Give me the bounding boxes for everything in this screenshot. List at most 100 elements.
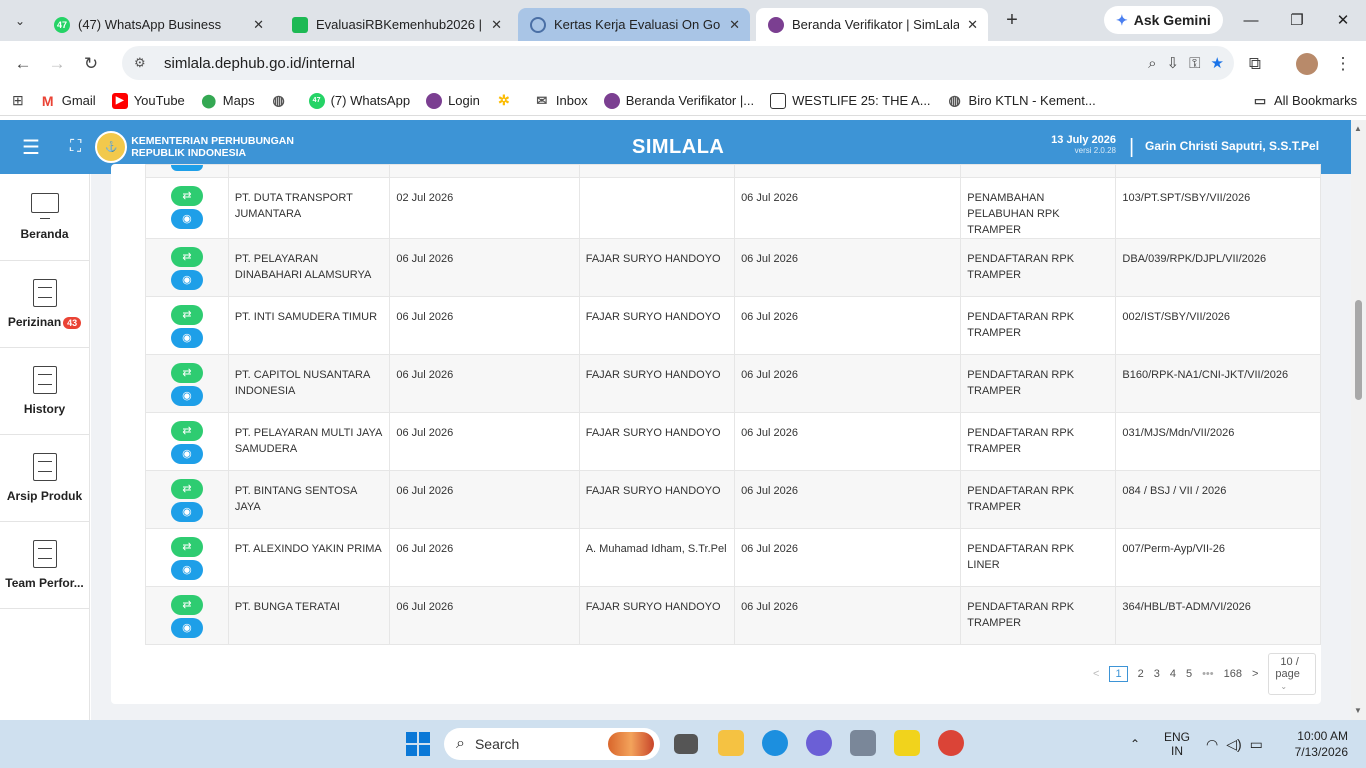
gmail-icon: M [41,92,54,109]
process-button[interactable]: ⇄ [170,186,203,206]
process-button[interactable]: ⇄ [170,537,203,557]
process-button[interactable]: ⇄ [170,363,203,383]
ask-gemini-button[interactable]: ✦ Ask Gemini [1104,6,1223,34]
windows-start-icon[interactable] [406,732,430,756]
show-hidden-icons[interactable]: ⌃ [1130,720,1140,768]
pinwheel-icon: ✲ [498,92,510,108]
process-button[interactable]: ⇄ [170,595,203,615]
bookmark-biro[interactable]: ◍ Biro KTLN - Kement... [947,92,1095,109]
page-scrollbar[interactable]: ▲ ▼ [1351,120,1366,720]
view-eye-button[interactable]: ◉ [170,209,203,229]
profile-avatar[interactable] [1290,47,1324,81]
view-eye-button[interactable]: ◉ [170,502,203,522]
simlala-icon [603,92,620,109]
chrome-menu-icon[interactable]: ⋮ [1326,47,1360,81]
ministry-name: KEMENTERIAN PERHUBUNGAN REPUBLIK INDONES… [131,135,294,159]
tab-whatsapp[interactable]: 47 (47) WhatsApp Business ✕ [42,8,274,41]
taskbar-search[interactable]: ⌕ Search [444,728,660,760]
view-eye-button[interactable]: ◉ [170,386,203,406]
restore-icon[interactable]: ❐ [1274,0,1320,40]
zoom-icon[interactable]: ⌕ [1148,55,1156,72]
app-icon[interactable] [806,730,832,756]
scrollbar-thumb[interactable] [1355,300,1362,400]
back-icon[interactable]: ← [6,47,40,81]
page-5-button[interactable]: 5 [1186,668,1192,680]
battery-icon: ▭ [1249,735,1263,752]
view-eye-button[interactable]: ◉ [170,328,203,348]
next-page-button[interactable]: > [1252,668,1258,680]
tab-kertas-kerja[interactable]: Kertas Kerja Evaluasi On Going ✕ [518,8,750,41]
bookmark-pinwheel[interactable]: ✲ [496,92,518,109]
page-ellipsis[interactable]: ••• [1202,668,1214,680]
process-button[interactable]: ⇄ [170,479,203,499]
password-key-icon[interactable]: ⚿ [1189,55,1200,72]
bookmark-star-icon[interactable]: ★ [1211,54,1224,72]
bookmark-login[interactable]: Login [426,92,480,109]
page-last-button[interactable]: 168 [1224,668,1242,680]
close-tab-icon[interactable]: ✕ [491,17,502,33]
sidebar-item-team-performance[interactable]: Team Perfor... [0,522,89,609]
sidebar-item-beranda[interactable]: Beranda [0,174,89,261]
extensions-icon[interactable]: ⧉ [1238,47,1272,81]
sheets-icon [292,16,308,33]
scroll-up-icon[interactable]: ▲ [1354,124,1362,133]
chrome-icon[interactable] [938,730,964,756]
sidebar-item-arsip-produk[interactable]: Arsip Produk [0,435,89,522]
language-indicator[interactable]: ENG IN [1164,720,1190,768]
page-1-button[interactable]: 1 [1109,666,1128,682]
process-button[interactable]: ⇄ [170,421,203,441]
close-window-icon[interactable]: ✕ [1320,0,1366,40]
view-eye-button[interactable]: ◉ [170,560,203,580]
task-view-icon[interactable] [674,734,698,754]
page-2-button[interactable]: 2 [1138,668,1144,680]
sticky-notes-icon[interactable] [894,730,920,756]
bookmark-maps[interactable]: ⬤ Maps [201,93,255,109]
sidebar-item-history[interactable]: History [0,348,89,435]
file-explorer-icon[interactable] [718,730,744,756]
address-bar[interactable]: ⚙ simlala.dephub.go.id/internal ⌕ ⇩ ⚿ ★ [122,46,1234,80]
clock[interactable]: 10:00 AM 7/13/2026 [1288,720,1348,768]
close-tab-icon[interactable]: ✕ [253,17,264,33]
edge-icon[interactable] [762,730,788,756]
page-size-select[interactable]: 10 / page ⌄ [1268,653,1316,695]
view-eye-button[interactable]: ◉ [170,444,203,464]
page-4-button[interactable]: 4 [1170,668,1176,680]
forward-icon[interactable]: → [40,47,74,81]
bookmark-inbox[interactable]: ✉ Inbox [534,93,587,109]
browser-tab-strip: ⌄ 47 (47) WhatsApp Business ✕ EvaluasiRB… [0,0,1366,41]
fullscreen-icon[interactable]: ⛶ [70,138,81,156]
bookmark-globe[interactable]: ◍ [271,92,293,109]
reload-icon[interactable]: ↻ [74,47,108,81]
letter-number-cell: 007/Perm-Ayp/VII-26 [1115,528,1321,587]
bookmark-beranda[interactable]: Beranda Verifikator |... [603,92,754,109]
system-tray[interactable]: ◠ ◁) ▭ [1206,720,1263,768]
bookmark-whatsapp[interactable]: 47 (7) WhatsApp [308,92,410,109]
minimize-icon[interactable]: — [1228,0,1274,40]
tab-evaluasi[interactable]: EvaluasiRBKemenhub2026 | Link ✕ [280,8,512,41]
bookmark-gmail[interactable]: M Gmail [40,93,96,109]
camera-icon[interactable] [850,730,876,756]
bookmark-youtube[interactable]: ▶ YouTube [111,92,185,109]
new-tab-icon[interactable]: + [1000,9,1024,32]
install-icon[interactable]: ⇩ [1167,54,1180,72]
sidebar-item-perizinan[interactable]: Perizinan 43 [0,261,89,348]
process-button[interactable]: ⇄ [170,305,203,325]
prev-page-button[interactable]: < [1093,668,1099,680]
pagination: < 1 2 3 4 5 ••• 168 > 10 / page ⌄ [1088,653,1321,695]
process-button[interactable]: ⇄ [170,247,203,267]
site-info-icon[interactable]: ⚙ [134,55,154,71]
view-eye-button[interactable]: ◉ [170,618,203,638]
scroll-down-icon[interactable]: ▼ [1354,706,1362,715]
close-tab-icon[interactable]: ✕ [729,17,740,33]
all-bookmarks[interactable]: ▭ All Bookmarks [1252,93,1357,109]
tab-search-dropdown-icon[interactable]: ⌄ [6,7,34,35]
close-tab-icon[interactable]: ✕ [967,17,978,33]
bookmark-westlife[interactable]: WESTLIFE 25: THE A... [770,92,931,109]
tab-simlala[interactable]: Beranda Verifikator | SimLala ✕ [756,8,988,41]
hamburger-menu-icon[interactable]: ☰ [22,135,44,160]
user-name[interactable]: Garin Christi Saputri, S.S.T.Pel [1145,139,1319,153]
apps-grid-icon[interactable]: ⊞ [12,92,24,109]
view-eye-button[interactable]: ◉ [170,270,203,290]
submitted-date-cell: 06 Jul 2026 [389,586,580,645]
page-3-button[interactable]: 3 [1154,668,1160,680]
